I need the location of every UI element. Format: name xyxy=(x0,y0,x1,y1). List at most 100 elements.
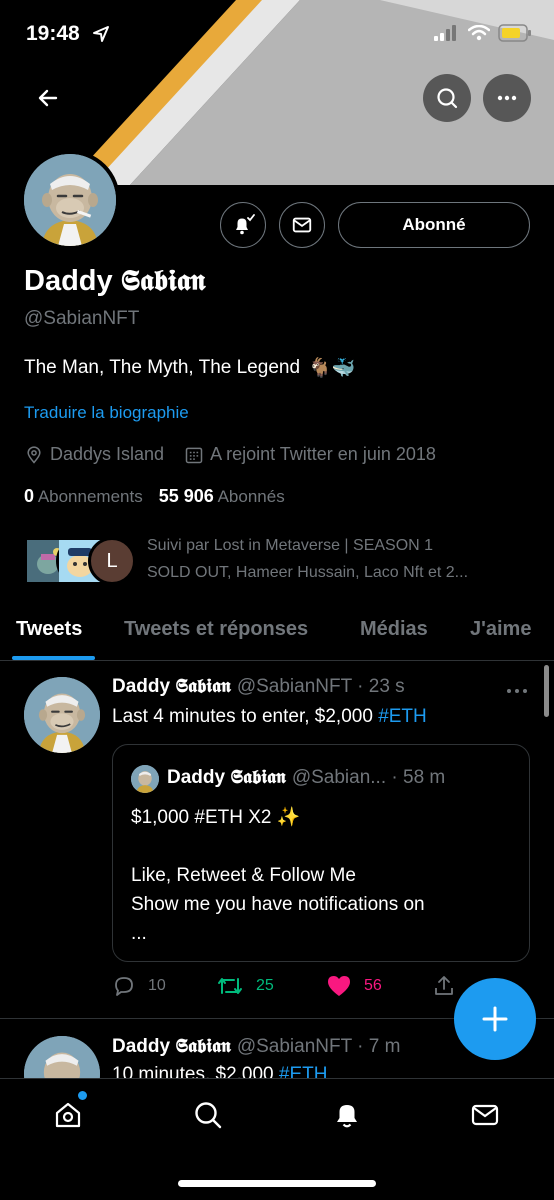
like-count: 56 xyxy=(364,977,382,994)
location-text: Daddys Island xyxy=(50,444,165,464)
profile-bio: The Man, The Myth, The Legend 🐐🐳 xyxy=(24,356,355,380)
bell-check-icon xyxy=(236,214,255,235)
join-date-text: A rejoint Twitter en juin 2018 xyxy=(210,444,436,464)
tweet-handle-time: @SabianNFT · 7 m xyxy=(236,1036,401,1057)
tweet-author-name[interactable]: Daddy 𝕾𝖆𝖇𝖎𝖆𝖓 xyxy=(112,676,231,698)
retweet-button[interactable]: 25 xyxy=(216,974,274,998)
compose-tweet-button[interactable] xyxy=(454,978,536,1060)
envelope-icon xyxy=(471,1104,499,1126)
quote-line: Like, Retweet & Follow Me xyxy=(131,865,356,886)
quote-handle-time: @Sabian... · 58 m xyxy=(291,767,446,788)
nav-messages[interactable] xyxy=(465,1095,505,1135)
followers-count: 55 906 xyxy=(158,486,214,506)
tweet-header: Daddy 𝕾𝖆𝖇𝖎𝖆𝖓 @SabianNFT · 7 m xyxy=(112,1036,400,1058)
heart-filled-icon xyxy=(328,976,350,996)
envelope-icon xyxy=(292,217,312,233)
profile-handle: @SabianNFT xyxy=(24,308,140,329)
calendar-icon xyxy=(185,447,203,463)
home-indicator[interactable] xyxy=(178,1180,376,1187)
tweet-header: Daddy 𝕾𝖆𝖇𝖎𝖆𝖓 @SabianNFT · 23 s xyxy=(112,676,405,698)
share-button[interactable] xyxy=(432,974,456,998)
quote-header: Daddy 𝕾𝖆𝖇𝖎𝖆𝖓 @Sabian... · 58 m xyxy=(167,767,445,789)
search-icon xyxy=(195,1102,222,1129)
notifications-toggle-button[interactable] xyxy=(220,202,266,248)
follow-counts: 0 Abonnements 55 906 Abonnés xyxy=(24,486,285,507)
scrollbar[interactable] xyxy=(544,665,549,717)
battery-icon xyxy=(498,24,531,42)
followers-link[interactable]: 55 906 Abonnés xyxy=(159,486,285,507)
quote-line: $1,000 #ETH X2 ✨ xyxy=(131,807,301,828)
followed-by-text[interactable]: Suivi par Lost in Metaverse | SEASON 1 S… xyxy=(147,532,537,586)
retweet-count: 25 xyxy=(256,977,274,994)
bio-emojis: 🐐🐳 xyxy=(308,358,356,379)
followed-by-line-2: SOLD OUT, Hameer Hussain, Laco Nft et 2.… xyxy=(147,564,469,581)
follower-avatar-initial: L xyxy=(88,537,136,585)
following-count: 0 xyxy=(24,486,35,506)
followed-by-avatars[interactable]: L xyxy=(24,537,136,587)
tweet-text: 10 minutes, $2,000 #ETH xyxy=(112,1064,327,1078)
reply-icon xyxy=(115,977,133,996)
following-link[interactable]: 0 Abonnements xyxy=(24,486,143,507)
nav-home[interactable] xyxy=(48,1095,88,1135)
nav-notifications[interactable] xyxy=(327,1095,367,1135)
search-button[interactable] xyxy=(423,74,471,122)
ape-avatar-image xyxy=(24,677,100,753)
back-button[interactable] xyxy=(28,78,68,118)
bell-icon xyxy=(337,1105,357,1128)
tweet-more-button[interactable] xyxy=(506,678,528,701)
tab-media[interactable]: Médias xyxy=(360,618,428,641)
translate-bio-link[interactable]: Traduire la biographie xyxy=(24,403,189,423)
quote-line: Show me you have notifications on xyxy=(131,894,425,915)
tweet-author-name[interactable]: Daddy 𝕾𝖆𝖇𝖎𝖆𝖓 xyxy=(112,1036,231,1058)
new-content-dot xyxy=(78,1091,87,1100)
arrow-left-icon xyxy=(38,89,58,107)
tab-tweets[interactable]: Tweets xyxy=(16,618,82,641)
tweet-author-avatar[interactable] xyxy=(24,677,100,753)
quote-author-name: Daddy 𝕾𝖆𝖇𝖎𝖆𝖓 xyxy=(167,767,286,788)
profile-tabs: Tweets Tweets et réponses Médias J'aime xyxy=(0,612,554,660)
more-options-button[interactable] xyxy=(483,74,531,122)
more-horizontal-icon xyxy=(497,95,517,101)
status-bar: 19:48 xyxy=(0,0,554,66)
wifi-icon xyxy=(468,25,490,41)
reply-count: 10 xyxy=(148,977,166,994)
following-button[interactable]: Abonné xyxy=(338,202,530,248)
profile-display-name: Daddy 𝕾𝖆𝖇𝖎𝖆𝖓 xyxy=(24,265,206,297)
tweet-hashtag-link[interactable]: #ETH xyxy=(279,1064,328,1078)
tabs-divider xyxy=(0,660,554,661)
profile-avatar[interactable] xyxy=(20,150,120,250)
like-button[interactable]: 56 xyxy=(326,974,382,998)
message-button[interactable] xyxy=(279,202,325,248)
profile-meta: Daddys Island A rejoint Twitter en juin … xyxy=(24,444,456,465)
profile-join-date: A rejoint Twitter en juin 2018 xyxy=(184,444,436,465)
bio-text: The Man, The Myth, The Legend xyxy=(24,357,301,378)
tweet-body: Last 4 minutes to enter, $2,000 xyxy=(112,706,373,727)
tab-tweets-and-replies[interactable]: Tweets et réponses xyxy=(124,618,308,641)
more-horizontal-icon xyxy=(507,689,527,693)
tweet-text: Last 4 minutes to enter, $2,000 #ETH xyxy=(112,706,427,728)
location-pin-icon xyxy=(27,445,41,464)
location-arrow-icon xyxy=(93,26,109,42)
home-icon xyxy=(55,1102,81,1128)
nav-search[interactable] xyxy=(188,1095,228,1135)
quote-line: ... xyxy=(131,923,147,944)
reply-button[interactable]: 10 xyxy=(112,974,166,998)
quote-author-avatar xyxy=(131,765,159,793)
tab-likes[interactable]: J'aime xyxy=(470,618,531,641)
tweet-handle-time: @SabianNFT · 23 s xyxy=(236,676,405,697)
search-icon xyxy=(437,88,458,109)
ape-avatar-image xyxy=(24,154,116,246)
plus-icon xyxy=(482,1006,508,1032)
tweet-hashtag-link[interactable]: #ETH xyxy=(378,706,427,727)
tweet-actions: 10 25 56 xyxy=(112,972,472,1002)
profile-location: Daddys Island xyxy=(24,444,164,465)
followers-label: Abonnés xyxy=(217,487,285,506)
followed-by-line-1: Suivi par Lost in Metaverse | SEASON 1 xyxy=(147,537,434,554)
quoted-tweet[interactable]: Daddy 𝕾𝖆𝖇𝖎𝖆𝖓 @Sabian... · 58 m $1,000 #E… xyxy=(112,744,530,962)
tweet-body: 10 minutes, $2,000 xyxy=(112,1064,274,1078)
retweet-icon xyxy=(218,978,242,994)
share-icon xyxy=(435,976,453,995)
cellular-signal-icon xyxy=(434,25,456,41)
quote-body: $1,000 #ETH X2 ✨ Like, Retweet & Follow … xyxy=(131,803,521,948)
ape-avatar-image xyxy=(131,765,159,793)
